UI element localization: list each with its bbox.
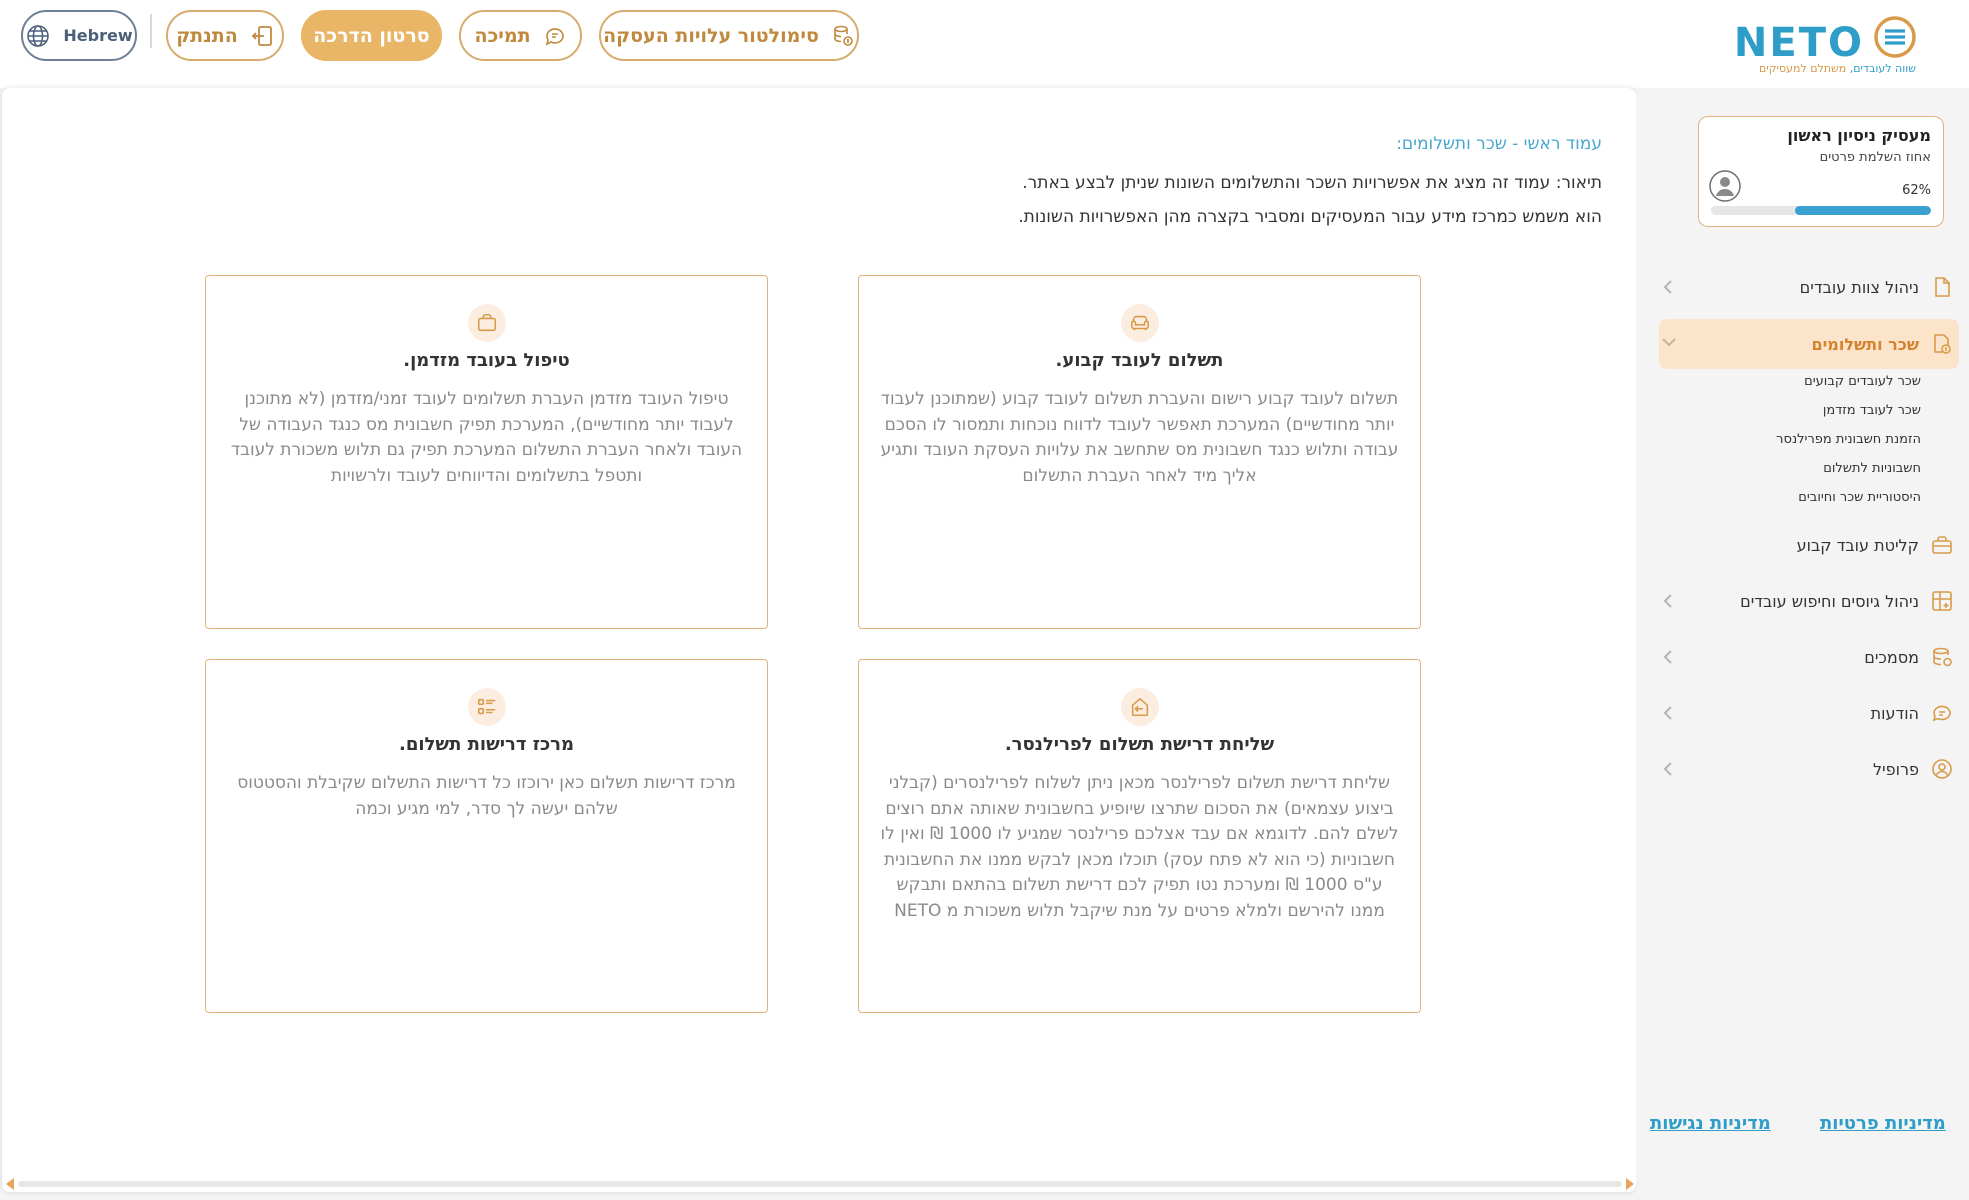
logo-mark-icon <box>1874 16 1916 58</box>
logo-tagline: שווה לעובדים, משתלם למעסיקים <box>1759 62 1916 75</box>
card-title: תשלום לעובד קבוע. <box>1055 350 1224 371</box>
chat-icon <box>1932 705 1951 722</box>
profile-progress-bar <box>1711 206 1931 215</box>
chevron-left-icon[interactable] <box>1659 647 1679 667</box>
nav-label: ניהול צוות עובדים <box>1799 277 1919 297</box>
nav-label: שכר ותשלומים <box>1811 334 1919 354</box>
nav-label: מסמכים <box>1864 647 1919 667</box>
card-text: תשלום לעובד קבוע רישום והעברת תשלום לעוב… <box>880 389 1399 486</box>
nav-messages[interactable]: הודעות <box>1659 691 1959 735</box>
briefcase-icon <box>467 304 506 342</box>
chat-bubble-icon <box>545 27 564 45</box>
card-title: מרכז דרישות תשלום. <box>398 734 575 755</box>
logout-icon <box>251 25 272 46</box>
profile-card[interactable]: מעסיק ניסיון ראשון אחוז השלמת פרטים 62% <box>1698 116 1944 227</box>
page-intro: עמוד ראשי - שכר ותשלומים: תיאור: עמוד זה… <box>602 134 1602 234</box>
header-divider <box>150 14 152 48</box>
user-icon <box>1932 759 1952 779</box>
logout-label: התנתק <box>176 24 238 47</box>
language-label: Hebrew <box>63 26 133 45</box>
support-label: תמיכה <box>474 24 531 47</box>
nav-onboard-employee[interactable]: קליטת עובד קבוע <box>1659 523 1959 567</box>
nav-team-management[interactable]: ניהול צוות עובדים <box>1659 265 1959 309</box>
profile-name: מעסיק ניסיון ראשון <box>1787 126 1931 145</box>
chevron-down-icon[interactable] <box>1659 331 1679 351</box>
top-bar: סימולטור עלויות העסקה תמיכה סרטון הדרכה … <box>0 0 1969 88</box>
scroll-left-arrow-icon[interactable] <box>6 1178 14 1190</box>
database-coin-icon <box>834 25 853 46</box>
breadcrumb[interactable]: עמוד ראשי - שכר ותשלומים: <box>602 134 1602 154</box>
scroll-right-arrow-icon[interactable] <box>1626 1178 1634 1190</box>
nav-documents[interactable]: מסמכים <box>1659 635 1959 679</box>
briefcase-icon <box>1932 536 1952 554</box>
nav-label: הודעות <box>1870 703 1919 723</box>
logo-tagline-b: משתלם למעסיקים <box>1758 62 1847 75</box>
nav-label: פרופיל <box>1872 759 1919 779</box>
guide-video-button[interactable]: סרטון הדרכה <box>301 10 442 61</box>
chevron-left-icon[interactable] <box>1659 277 1679 297</box>
chevron-left-icon[interactable] <box>1659 703 1679 723</box>
nav-label: קליטת עובד קבוע <box>1796 535 1919 555</box>
card-title: טיפול בעובד מזדמן. <box>403 350 570 371</box>
guide-video-label: סרטון הדרכה <box>313 24 430 47</box>
profile-progress-fill <box>1794 206 1931 215</box>
card-text: שליחת דרישת תשלום לפרילנסר מכאן ניתן לשל… <box>880 773 1399 921</box>
card-temporary-employee[interactable]: טיפול בעובד מזדמן. טיפול העובד מזדמן העב… <box>205 275 768 629</box>
main-content: עמוד ראשי - שכר ותשלומים: תיאור: עמוד זה… <box>2 88 1636 1192</box>
chevron-left-icon[interactable] <box>1659 759 1679 779</box>
card-text: מרכז דרישות תשלום כאן ירוכזו כל דרישות ה… <box>237 773 736 819</box>
support-button[interactable]: תמיכה <box>459 10 582 61</box>
list-icon <box>467 688 506 726</box>
nav-recruitment[interactable]: ניהול גיוסים וחיפוש עובדים <box>1659 579 1959 623</box>
nav-label: ניהול גיוסים וחיפוש עובדים <box>1740 591 1919 611</box>
nav-payroll[interactable]: שכר ותשלומים <box>1659 319 1959 369</box>
chevron-left-icon[interactable] <box>1659 591 1679 611</box>
grid-plus-icon <box>1932 591 1952 611</box>
globe-icon <box>27 24 50 47</box>
cost-simulator-button[interactable]: סימולטור עלויות העסקה <box>599 10 859 61</box>
profile-completion-label: אחוז השלמת פרטים <box>1819 150 1931 165</box>
subnav-temporary-salary[interactable]: שכר לעובד מזדמן <box>1823 403 1921 418</box>
card-payment-requests-center[interactable]: מרכז דרישות תשלום. מרכז דרישות תשלום כאן… <box>205 659 768 1013</box>
subnav-permanent-salary[interactable]: שכר לעובדים קבועים <box>1804 374 1921 389</box>
logo-tagline-a: שווה לעובדים, <box>1849 62 1916 75</box>
logo-wordmark: NETO <box>1733 20 1864 66</box>
card-title: שליחת דרישת תשלום לפרילנסר. <box>1004 734 1275 755</box>
subnav-freelancer-invoice[interactable]: הזמנת חשבונית מפרילנסר <box>1776 432 1921 447</box>
neto-logo[interactable]: NETO שווה לעובדים, משתלם למעסיקים <box>1734 12 1918 78</box>
card-freelancer-payment-request[interactable]: שליחת דרישת תשלום לפרילנסר. שליחת דרישת … <box>858 659 1421 1013</box>
files-icon <box>1933 647 1952 667</box>
page-description-1: תיאור: עמוד זה מציג את אפשרויות השכר והת… <box>1022 173 1602 193</box>
page-description-2: הוא משמש כמרכז מידע עבור המעסיקים ומסביר… <box>1018 207 1602 227</box>
card-text: טיפול העובד מזדמן העברת תשלומים לעובד זמ… <box>230 389 743 486</box>
profile-completion-percent: 62% <box>1902 183 1931 198</box>
avatar-icon <box>1709 170 1741 202</box>
horizontal-scrollbar[interactable] <box>6 1178 1634 1190</box>
cost-simulator-label: סימולטור עלויות העסקה <box>603 24 819 47</box>
document-icon <box>1935 277 1950 297</box>
payroll-icon <box>1934 334 1951 354</box>
sidebar: מעסיק ניסיון ראשון אחוז השלמת פרטים 62% … <box>1636 88 1969 1200</box>
send-request-icon <box>1120 688 1159 726</box>
scrollbar-track[interactable] <box>18 1181 1622 1187</box>
card-permanent-employee-payment[interactable]: תשלום לעובד קבוע. תשלום לעובד קבוע רישום… <box>858 275 1421 629</box>
accessibility-policy-link[interactable]: מדיניות נגישות <box>1650 1113 1771 1134</box>
sofa-icon <box>1120 304 1159 342</box>
logout-button[interactable]: התנתק <box>166 10 284 61</box>
subnav-invoices-to-pay[interactable]: חשבוניות לתשלום <box>1823 461 1921 476</box>
privacy-policy-link[interactable]: מדיניות פרטיות <box>1820 1113 1946 1134</box>
nav-profile[interactable]: פרופיל <box>1659 747 1959 791</box>
language-selector[interactable]: Hebrew <box>21 10 137 61</box>
subnav-payroll-history[interactable]: היסטוריית שכר וחיובים <box>1798 490 1921 505</box>
